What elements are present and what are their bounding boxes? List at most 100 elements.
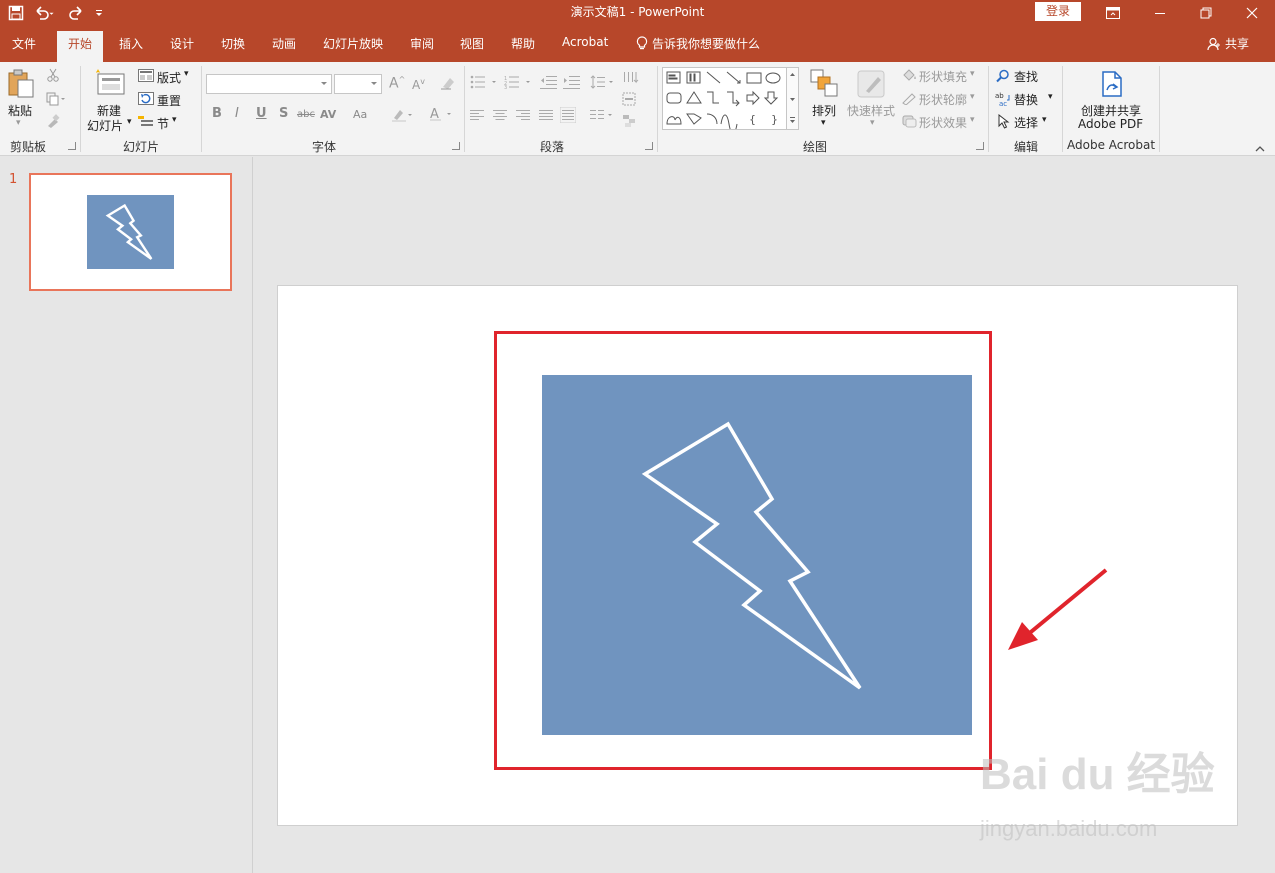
tab-acrobat[interactable]: Acrobat	[562, 35, 608, 49]
shape-effects-button[interactable]: 形状效果	[919, 114, 967, 131]
tab-design[interactable]: 设计	[170, 35, 194, 52]
align-center-icon[interactable]	[493, 109, 507, 124]
reset-button[interactable]: 重置	[157, 92, 181, 109]
font-name-combobox[interactable]	[206, 74, 332, 94]
paragraph-launcher-icon[interactable]	[645, 142, 653, 150]
ribbon-separator	[657, 66, 658, 152]
acrobat-group-label: Adobe Acrobat	[1067, 138, 1156, 152]
paste-label: 粘贴	[8, 104, 33, 118]
slide-thumbnail[interactable]	[29, 173, 232, 291]
new-slide-label-line2: 幻灯片	[87, 119, 124, 133]
layout-dropdown-icon[interactable]: ▾	[184, 69, 189, 79]
thumbnail-picture	[87, 195, 174, 269]
tab-insert[interactable]: 插入	[119, 35, 143, 52]
tab-transitions[interactable]: 切换	[221, 35, 245, 52]
ribbon-display-options-icon[interactable]	[1090, 0, 1136, 26]
tab-help[interactable]: 帮助	[511, 35, 535, 52]
restore-icon[interactable]	[1183, 0, 1229, 26]
share-label: 共享	[1225, 37, 1250, 51]
justify-icon[interactable]	[539, 109, 553, 124]
change-case-button[interactable]: Aa	[353, 108, 367, 121]
quick-styles-dropdown-icon[interactable]: ▾	[870, 118, 875, 128]
layout-button[interactable]: 版式	[157, 69, 181, 86]
text-shadow-button[interactable]: S	[279, 106, 288, 121]
new-slide-dropdown-icon[interactable]: ▾	[127, 117, 132, 127]
columns-icon[interactable]	[590, 109, 616, 124]
cut-icon[interactable]	[46, 68, 60, 85]
svg-text:ac: ac	[999, 100, 1007, 107]
paste-dropdown-icon[interactable]: ▾	[16, 118, 21, 128]
select-button[interactable]: 选择	[1014, 114, 1038, 131]
tab-animations[interactable]: 动画	[272, 35, 296, 52]
login-button[interactable]: 登录	[1035, 2, 1081, 21]
character-spacing-button[interactable]: AV	[320, 108, 336, 121]
increase-font-size-icon[interactable]: A^	[389, 75, 405, 92]
select-dropdown-icon[interactable]: ▾	[1042, 115, 1047, 125]
shapes-gallery-scroll[interactable]	[786, 67, 799, 130]
quick-styles-icon	[856, 69, 888, 102]
shapes-gallery[interactable]: { }	[662, 67, 799, 134]
shape-outline-button[interactable]: 形状轮廓	[919, 91, 967, 108]
align-right-icon[interactable]	[516, 109, 530, 124]
underline-button[interactable]: U	[256, 106, 267, 121]
numbering-icon[interactable]: 123	[504, 75, 534, 92]
close-icon[interactable]	[1229, 0, 1275, 26]
shape-fill-button[interactable]: 形状填充	[919, 68, 967, 85]
shape-fill-dropdown-icon[interactable]: ▾	[970, 69, 975, 79]
lightning-bolt-icon	[641, 421, 862, 690]
paragraph-group-label: 段落	[540, 140, 565, 154]
align-left-icon[interactable]	[470, 109, 484, 124]
watermark-url: jingyan.baidu.com	[980, 816, 1158, 841]
paste-button[interactable]	[6, 68, 36, 103]
create-pdf-label-line2[interactable]: Adobe PDF	[1078, 117, 1143, 131]
replace-button[interactable]: 替换	[1014, 91, 1038, 108]
slide-picture[interactable]	[542, 375, 972, 735]
font-launcher-icon[interactable]	[452, 142, 460, 150]
decrease-font-size-icon[interactable]: Av	[412, 77, 425, 92]
increase-indent-icon[interactable]	[563, 75, 581, 92]
annotation-arrow-icon	[1008, 568, 1108, 650]
arrange-button[interactable]: 排列	[812, 102, 836, 119]
tab-review[interactable]: 审阅	[410, 35, 434, 52]
svg-text:}: }	[771, 113, 778, 126]
distributed-icon[interactable]	[559, 106, 577, 126]
shape-outline-dropdown-icon[interactable]: ▾	[970, 92, 975, 102]
section-button[interactable]: 节	[157, 115, 169, 132]
section-icon	[138, 115, 154, 131]
arrange-dropdown-icon[interactable]: ▾	[821, 118, 826, 128]
font-size-combobox[interactable]	[334, 74, 382, 94]
drawing-launcher-icon[interactable]	[976, 142, 984, 150]
text-direction-icon[interactable]	[622, 70, 642, 89]
italic-button[interactable]: I	[235, 106, 239, 121]
clear-formatting-icon[interactable]	[440, 76, 456, 93]
format-painter-icon[interactable]	[46, 114, 60, 131]
slides-group-label: 幻灯片	[123, 140, 160, 154]
copy-icon[interactable]	[46, 92, 66, 109]
collapse-ribbon-icon[interactable]	[1255, 142, 1265, 156]
bold-button[interactable]: B	[212, 106, 222, 121]
share-button[interactable]: 共享	[1207, 35, 1249, 52]
ribbon-separator	[80, 66, 81, 152]
bullets-icon[interactable]	[470, 75, 500, 92]
highlight-color-icon[interactable]	[392, 108, 414, 125]
tab-slideshow[interactable]: 幻灯片放映	[323, 35, 383, 52]
shape-effects-dropdown-icon[interactable]: ▾	[970, 115, 975, 125]
align-text-icon[interactable]	[622, 92, 642, 109]
tell-me-search[interactable]: 告诉我你想要做什么	[636, 35, 760, 52]
tab-file[interactable]: 文件	[12, 35, 36, 52]
shape-outline-icon	[901, 91, 917, 108]
quick-styles-button[interactable]: 快速样式	[847, 102, 895, 119]
tab-view[interactable]: 视图	[460, 35, 484, 52]
convert-to-smartart-icon[interactable]	[622, 114, 642, 131]
tab-home[interactable]: 开始	[57, 31, 104, 62]
new-slide-button[interactable]	[94, 68, 126, 99]
minimize-icon[interactable]	[1137, 0, 1183, 26]
strikethrough-button[interactable]: abc	[297, 109, 315, 120]
line-spacing-icon[interactable]	[590, 75, 616, 92]
section-dropdown-icon[interactable]: ▾	[172, 115, 177, 125]
find-button[interactable]: 查找	[1014, 68, 1038, 85]
replace-dropdown-icon[interactable]: ▾	[1048, 92, 1053, 102]
decrease-indent-icon[interactable]	[540, 75, 558, 92]
font-color-icon[interactable]: A	[429, 107, 453, 125]
clipboard-launcher-icon[interactable]	[68, 142, 76, 150]
